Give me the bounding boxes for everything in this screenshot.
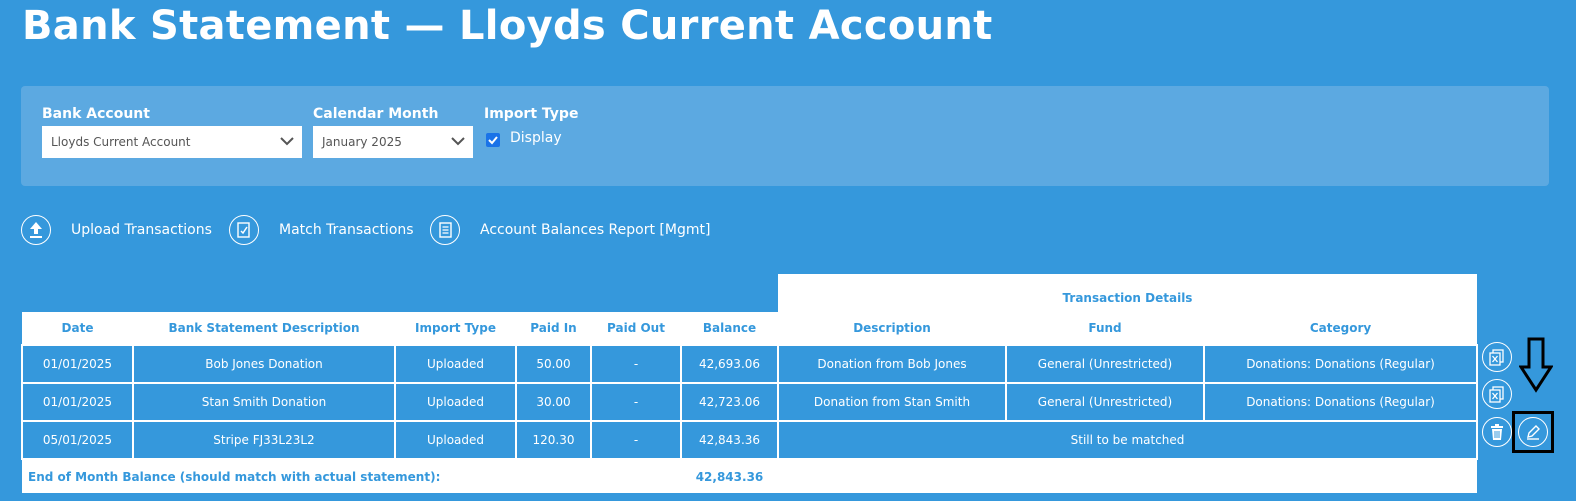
report-icon bbox=[430, 215, 460, 245]
cell-category: Donations: Donations (Regular) bbox=[1202, 344, 1479, 384]
footer-row: End of Month Balance (should match with … bbox=[22, 459, 1478, 493]
cell-paid-out: - bbox=[590, 344, 682, 384]
document-x-icon bbox=[1489, 386, 1504, 403]
cell-date: 05/01/2025 bbox=[21, 420, 134, 460]
cell-paid-in: 120.30 bbox=[515, 420, 592, 460]
upload-icon bbox=[21, 215, 51, 245]
trash-icon bbox=[1491, 424, 1503, 440]
col-import-type: Import Type bbox=[395, 312, 516, 345]
chevron-down-icon bbox=[451, 137, 465, 146]
chevron-down-icon bbox=[280, 137, 294, 146]
col-balance: Balance bbox=[681, 312, 778, 345]
cell-date: 01/01/2025 bbox=[21, 382, 134, 422]
bank-account-select[interactable]: Lloyds Current Account bbox=[42, 126, 302, 158]
cell-balance: 42,843.36 bbox=[680, 420, 779, 460]
cell-balance: 42,693.06 bbox=[680, 344, 779, 384]
unmatch-button[interactable] bbox=[1482, 342, 1512, 372]
cell-bank-description: Bob Jones Donation bbox=[132, 344, 396, 384]
cell-bank-description: Stan Smith Donation bbox=[132, 382, 396, 422]
filter-panel: Bank Account Lloyds Current Account Cale… bbox=[21, 86, 1549, 186]
calendar-month-label: Calendar Month bbox=[313, 106, 439, 122]
import-type-label: Import Type bbox=[484, 106, 579, 122]
statement-table: Transaction Details Date Bank Statement … bbox=[21, 274, 1479, 493]
unmatch-button[interactable] bbox=[1482, 379, 1512, 409]
table-row: 01/01/2025 Stan Smith Donation Uploaded … bbox=[21, 382, 1479, 422]
cell-bank-description: Stripe FJ33L23L2 bbox=[132, 420, 396, 460]
cell-paid-in: 30.00 bbox=[515, 382, 592, 422]
highlight-box bbox=[1512, 411, 1554, 453]
col-paid-out: Paid Out bbox=[591, 312, 681, 345]
cell-fund: General (Unrestricted) bbox=[1005, 382, 1205, 422]
cell-category: Donations: Donations (Regular) bbox=[1202, 382, 1479, 422]
display-checkbox[interactable] bbox=[486, 133, 500, 147]
cell-description: Donation from Stan Smith bbox=[777, 382, 1007, 422]
arrow-down-icon bbox=[1519, 337, 1553, 393]
calendar-month-select[interactable]: January 2025 bbox=[313, 126, 473, 158]
cell-import-type: Uploaded bbox=[394, 420, 517, 460]
delete-button[interactable] bbox=[1482, 417, 1512, 447]
cell-paid-out: - bbox=[590, 420, 682, 460]
match-transactions-button[interactable]: Match Transactions bbox=[229, 214, 414, 246]
display-checkbox-label: Display bbox=[510, 130, 562, 146]
account-balances-report-label: Account Balances Report [Mgmt] bbox=[480, 222, 711, 238]
table-row: 01/01/2025 Bob Jones Donation Uploaded 5… bbox=[21, 344, 1479, 384]
calendar-month-value: January 2025 bbox=[322, 135, 402, 149]
cell-description: Donation from Bob Jones bbox=[777, 344, 1007, 384]
bank-account-label: Bank Account bbox=[42, 106, 150, 122]
footer-spacer bbox=[778, 459, 1478, 493]
col-date: Date bbox=[22, 312, 133, 345]
transaction-details-header: Transaction Details bbox=[778, 274, 1478, 312]
cell-balance: 42,723.06 bbox=[680, 382, 779, 422]
col-fund: Fund bbox=[1006, 312, 1204, 345]
col-paid-in: Paid In bbox=[516, 312, 591, 345]
end-of-month-label: End of Month Balance (should match with … bbox=[22, 459, 681, 493]
upload-transactions-button[interactable]: Upload Transactions bbox=[21, 214, 212, 246]
account-balances-report-button[interactable]: Account Balances Report [Mgmt] bbox=[430, 214, 710, 246]
end-of-month-balance: 42,843.36 bbox=[681, 459, 778, 493]
cell-fund: General (Unrestricted) bbox=[1005, 344, 1205, 384]
group-header-spacer bbox=[22, 274, 778, 312]
cell-paid-out: - bbox=[590, 382, 682, 422]
statement-table-wrap: Transaction Details Date Bank Statement … bbox=[21, 274, 1479, 493]
match-transactions-label: Match Transactions bbox=[279, 222, 414, 238]
bank-account-value: Lloyds Current Account bbox=[51, 135, 191, 149]
upload-transactions-label: Upload Transactions bbox=[71, 222, 212, 238]
table-row: 05/01/2025 Stripe FJ33L23L2 Uploaded 120… bbox=[21, 420, 1479, 460]
check-icon bbox=[488, 136, 498, 145]
cell-match-status: Still to be matched bbox=[776, 420, 1479, 460]
cell-paid-in: 50.00 bbox=[515, 344, 592, 384]
col-bank-description: Bank Statement Description bbox=[133, 312, 395, 345]
page-title: Bank Statement — Lloyds Current Account bbox=[22, 3, 993, 49]
cell-import-type: Uploaded bbox=[394, 344, 517, 384]
cell-import-type: Uploaded bbox=[394, 382, 517, 422]
cell-date: 01/01/2025 bbox=[21, 344, 134, 384]
checklist-icon bbox=[229, 215, 259, 245]
col-category: Category bbox=[1204, 312, 1478, 345]
col-description: Description bbox=[778, 312, 1006, 345]
document-x-icon bbox=[1489, 349, 1504, 366]
